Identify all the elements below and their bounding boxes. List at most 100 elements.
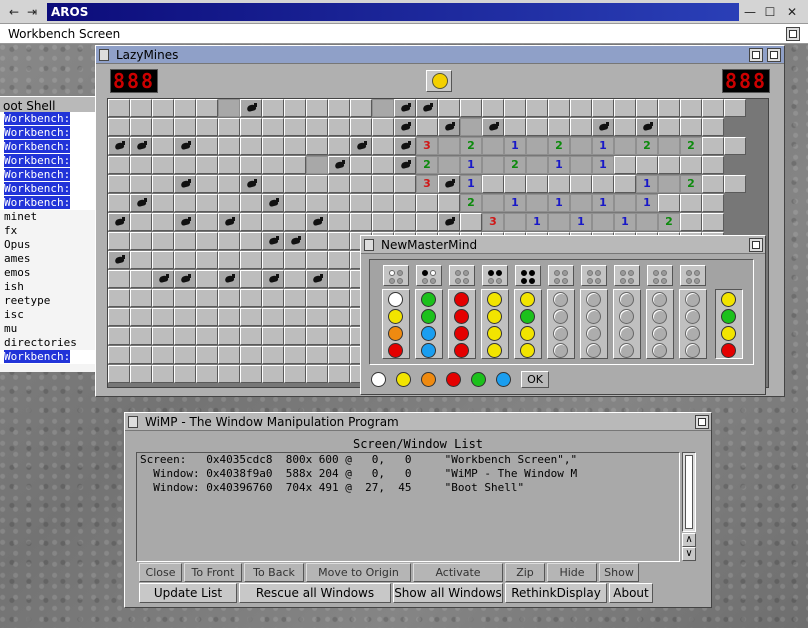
open-cell[interactable] — [438, 156, 460, 174]
covered-cell[interactable] — [306, 308, 328, 326]
covered-cell[interactable] — [152, 232, 174, 250]
covered-cell[interactable] — [108, 232, 130, 250]
covered-cell[interactable] — [108, 118, 130, 136]
covered-cell[interactable] — [658, 99, 680, 117]
covered-cell[interactable] — [130, 175, 152, 193]
covered-cell[interactable] — [504, 118, 526, 136]
button-to-back[interactable]: To Back — [244, 563, 304, 582]
number-cell[interactable]: 1 — [592, 156, 614, 174]
mine-cell[interactable] — [284, 232, 306, 250]
mine-cell[interactable] — [262, 194, 284, 212]
covered-cell[interactable] — [680, 156, 702, 174]
covered-cell[interactable] — [284, 365, 306, 383]
covered-cell[interactable] — [306, 118, 328, 136]
covered-cell[interactable] — [174, 118, 196, 136]
covered-cell[interactable] — [218, 365, 240, 383]
covered-cell[interactable] — [306, 365, 328, 383]
covered-cell[interactable] — [262, 327, 284, 345]
covered-cell[interactable] — [416, 118, 438, 136]
scrollbar-track[interactable] — [682, 452, 696, 532]
covered-cell[interactable] — [306, 251, 328, 269]
mine-cell[interactable] — [174, 213, 196, 231]
covered-cell[interactable] — [196, 99, 218, 117]
number-cell[interactable]: 3 — [482, 213, 504, 231]
screen-depth-icon[interactable] — [786, 27, 800, 41]
mine-cell[interactable] — [438, 175, 460, 193]
covered-cell[interactable] — [152, 194, 174, 212]
covered-cell[interactable] — [218, 308, 240, 326]
covered-cell[interactable] — [702, 213, 724, 231]
covered-cell[interactable] — [284, 308, 306, 326]
covered-cell[interactable] — [680, 213, 702, 231]
covered-cell[interactable] — [196, 175, 218, 193]
covered-cell[interactable] — [218, 327, 240, 345]
number-cell[interactable]: 2 — [548, 137, 570, 155]
covered-cell[interactable] — [174, 308, 196, 326]
lazymines-titlebar[interactable]: LazyMines — [96, 46, 784, 64]
maximize-icon[interactable]: ☐ — [762, 4, 778, 20]
covered-cell[interactable] — [548, 175, 570, 193]
close-gadget-icon[interactable] — [128, 416, 138, 428]
covered-cell[interactable] — [328, 365, 350, 383]
mine-cell[interactable] — [394, 137, 416, 155]
covered-cell[interactable] — [174, 156, 196, 174]
covered-cell[interactable] — [350, 194, 372, 212]
wimp-titlebar[interactable]: WiMP - The Window Manipulation Program — [125, 413, 711, 431]
peg[interactable] — [652, 309, 667, 324]
mine-cell[interactable] — [394, 99, 416, 117]
covered-cell[interactable] — [306, 99, 328, 117]
number-cell[interactable]: 1 — [636, 194, 658, 212]
peg[interactable] — [454, 326, 469, 341]
peg[interactable] — [421, 292, 436, 307]
peg[interactable] — [586, 309, 601, 324]
peg[interactable] — [454, 343, 469, 358]
covered-cell[interactable] — [218, 251, 240, 269]
covered-cell[interactable] — [372, 118, 394, 136]
number-cell[interactable]: 2 — [460, 194, 482, 212]
mine-cell[interactable] — [306, 270, 328, 288]
peg[interactable] — [388, 292, 403, 307]
covered-cell[interactable] — [614, 118, 636, 136]
covered-cell[interactable] — [306, 194, 328, 212]
covered-cell[interactable] — [328, 194, 350, 212]
covered-cell[interactable] — [636, 99, 658, 117]
covered-cell[interactable] — [328, 99, 350, 117]
covered-cell[interactable] — [460, 99, 482, 117]
mine-cell[interactable] — [108, 251, 130, 269]
number-cell[interactable]: 2 — [460, 137, 482, 155]
covered-cell[interactable] — [218, 346, 240, 364]
button-to-front[interactable]: To Front — [184, 563, 242, 582]
covered-cell[interactable] — [328, 270, 350, 288]
covered-cell[interactable] — [328, 175, 350, 193]
covered-cell[interactable] — [240, 327, 262, 345]
covered-cell[interactable] — [284, 327, 306, 345]
covered-cell[interactable] — [526, 175, 548, 193]
peg[interactable] — [652, 343, 667, 358]
open-cell[interactable] — [218, 99, 240, 117]
covered-cell[interactable] — [240, 251, 262, 269]
covered-cell[interactable] — [174, 346, 196, 364]
covered-cell[interactable] — [416, 194, 438, 212]
covered-cell[interactable] — [504, 99, 526, 117]
covered-cell[interactable] — [306, 346, 328, 364]
covered-cell[interactable] — [130, 213, 152, 231]
covered-cell[interactable] — [196, 270, 218, 288]
palette-peg[interactable] — [421, 372, 436, 387]
covered-cell[interactable] — [284, 213, 306, 231]
covered-cell[interactable] — [174, 289, 196, 307]
covered-cell[interactable] — [262, 308, 284, 326]
covered-cell[interactable] — [482, 99, 504, 117]
number-cell[interactable]: 1 — [614, 213, 636, 231]
button-rethinkdisplay[interactable]: RethinkDisplay — [505, 583, 607, 603]
covered-cell[interactable] — [284, 346, 306, 364]
covered-cell[interactable] — [328, 213, 350, 231]
covered-cell[interactable] — [174, 194, 196, 212]
covered-cell[interactable] — [306, 289, 328, 307]
covered-cell[interactable] — [196, 346, 218, 364]
covered-cell[interactable] — [658, 156, 680, 174]
covered-cell[interactable] — [196, 365, 218, 383]
close-icon[interactable]: ✕ — [784, 4, 800, 20]
number-cell[interactable]: 1 — [592, 137, 614, 155]
mine-cell[interactable] — [152, 270, 174, 288]
covered-cell[interactable] — [130, 308, 152, 326]
